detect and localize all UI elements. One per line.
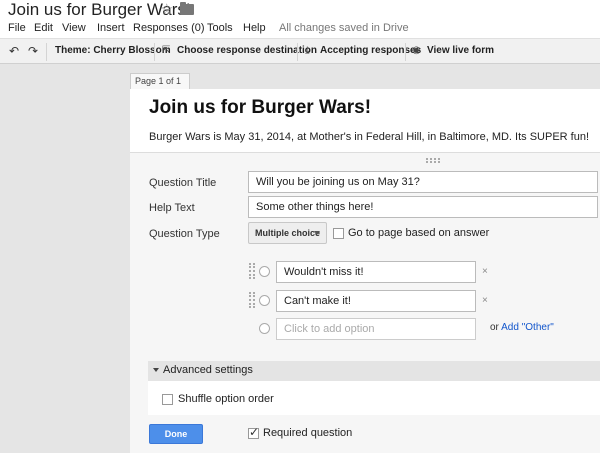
remove-option-icon[interactable]: × (482, 266, 488, 277)
option-input-1[interactable]: Wouldn't miss it! (276, 261, 476, 283)
accepting-responses-button[interactable]: ⤓ Accepting responses (305, 45, 421, 56)
add-other-text: or Add "Other" (490, 322, 554, 333)
question-type-label: Question Type (149, 228, 220, 240)
view-live-form-button[interactable]: ◉ View live form (412, 45, 494, 56)
option-radio (259, 295, 270, 306)
menu-insert[interactable]: Insert (97, 22, 125, 34)
shuffle-checkbox[interactable] (162, 394, 173, 405)
form-title[interactable]: Join us for Burger Wars! (149, 97, 371, 119)
menu-bar: File Edit View Insert Responses (0) Tool… (0, 20, 600, 38)
drag-grip-icon[interactable] (249, 292, 255, 308)
add-other-link[interactable]: Add "Other" (501, 322, 554, 333)
choose-destination-button[interactable]: ⇱ Choose response destination (162, 45, 317, 56)
done-button[interactable]: Done (149, 424, 203, 444)
menu-tools[interactable]: Tools (207, 22, 233, 34)
option-radio (259, 323, 270, 334)
toolbar: ↶ ↷ Theme: Cherry Blossom ⇱ Choose respon… (0, 38, 600, 64)
go-to-page-checkbox[interactable] (333, 228, 344, 239)
help-text-input[interactable]: Some other things here! (248, 196, 598, 218)
shuffle-label: Shuffle option order (178, 393, 274, 405)
undo-icon[interactable]: ↶ (9, 44, 19, 58)
drag-handle-icon[interactable] (426, 158, 440, 163)
menu-responses[interactable]: Responses (0) (133, 22, 205, 34)
toolbar-divider (46, 43, 47, 61)
help-text-label: Help Text (149, 202, 195, 214)
toolbar-divider (297, 43, 298, 61)
option-input-2[interactable]: Can't make it! (276, 290, 476, 312)
option-radio (259, 266, 270, 277)
remove-option-icon[interactable]: × (482, 295, 488, 306)
chevron-down-icon (314, 231, 320, 235)
add-option-input[interactable]: Click to add option (276, 318, 476, 340)
go-to-page-label: Go to page based on answer (348, 227, 490, 239)
menu-file[interactable]: File (8, 22, 26, 34)
page-tab: Page 1 of 1 (130, 73, 190, 89)
menu-view[interactable]: View (62, 22, 86, 34)
toolbar-divider (405, 43, 406, 61)
form-description[interactable]: Burger Wars is May 31, 2014, at Mother's… (149, 131, 589, 143)
toolbar-divider (154, 43, 155, 61)
save-status: All changes saved in Drive (279, 22, 409, 34)
question-title-label: Question Title (149, 177, 217, 189)
external-link-icon: ⇱ (162, 45, 171, 56)
required-label: Required question (263, 427, 353, 439)
menu-help[interactable]: Help (243, 22, 266, 34)
question-type-select[interactable]: Multiple choice (248, 222, 327, 244)
advanced-settings-toggle[interactable]: Advanced settings (148, 361, 600, 381)
menu-edit[interactable]: Edit (34, 22, 53, 34)
triangle-down-icon (153, 368, 159, 373)
title-bar: Join us for Burger Wars! ☆ (0, 0, 600, 20)
required-checkbox[interactable] (248, 425, 259, 439)
star-outline-icon[interactable]: ☆ (160, 0, 173, 18)
question-title-input[interactable]: Will you be joining us on May 31? (248, 171, 598, 193)
drag-grip-icon[interactable] (249, 263, 255, 279)
folder-icon[interactable] (180, 2, 194, 15)
redo-icon[interactable]: ↷ (28, 44, 38, 58)
view-icon: ◉ (412, 45, 421, 56)
inbox-icon: ⤓ (305, 45, 310, 56)
